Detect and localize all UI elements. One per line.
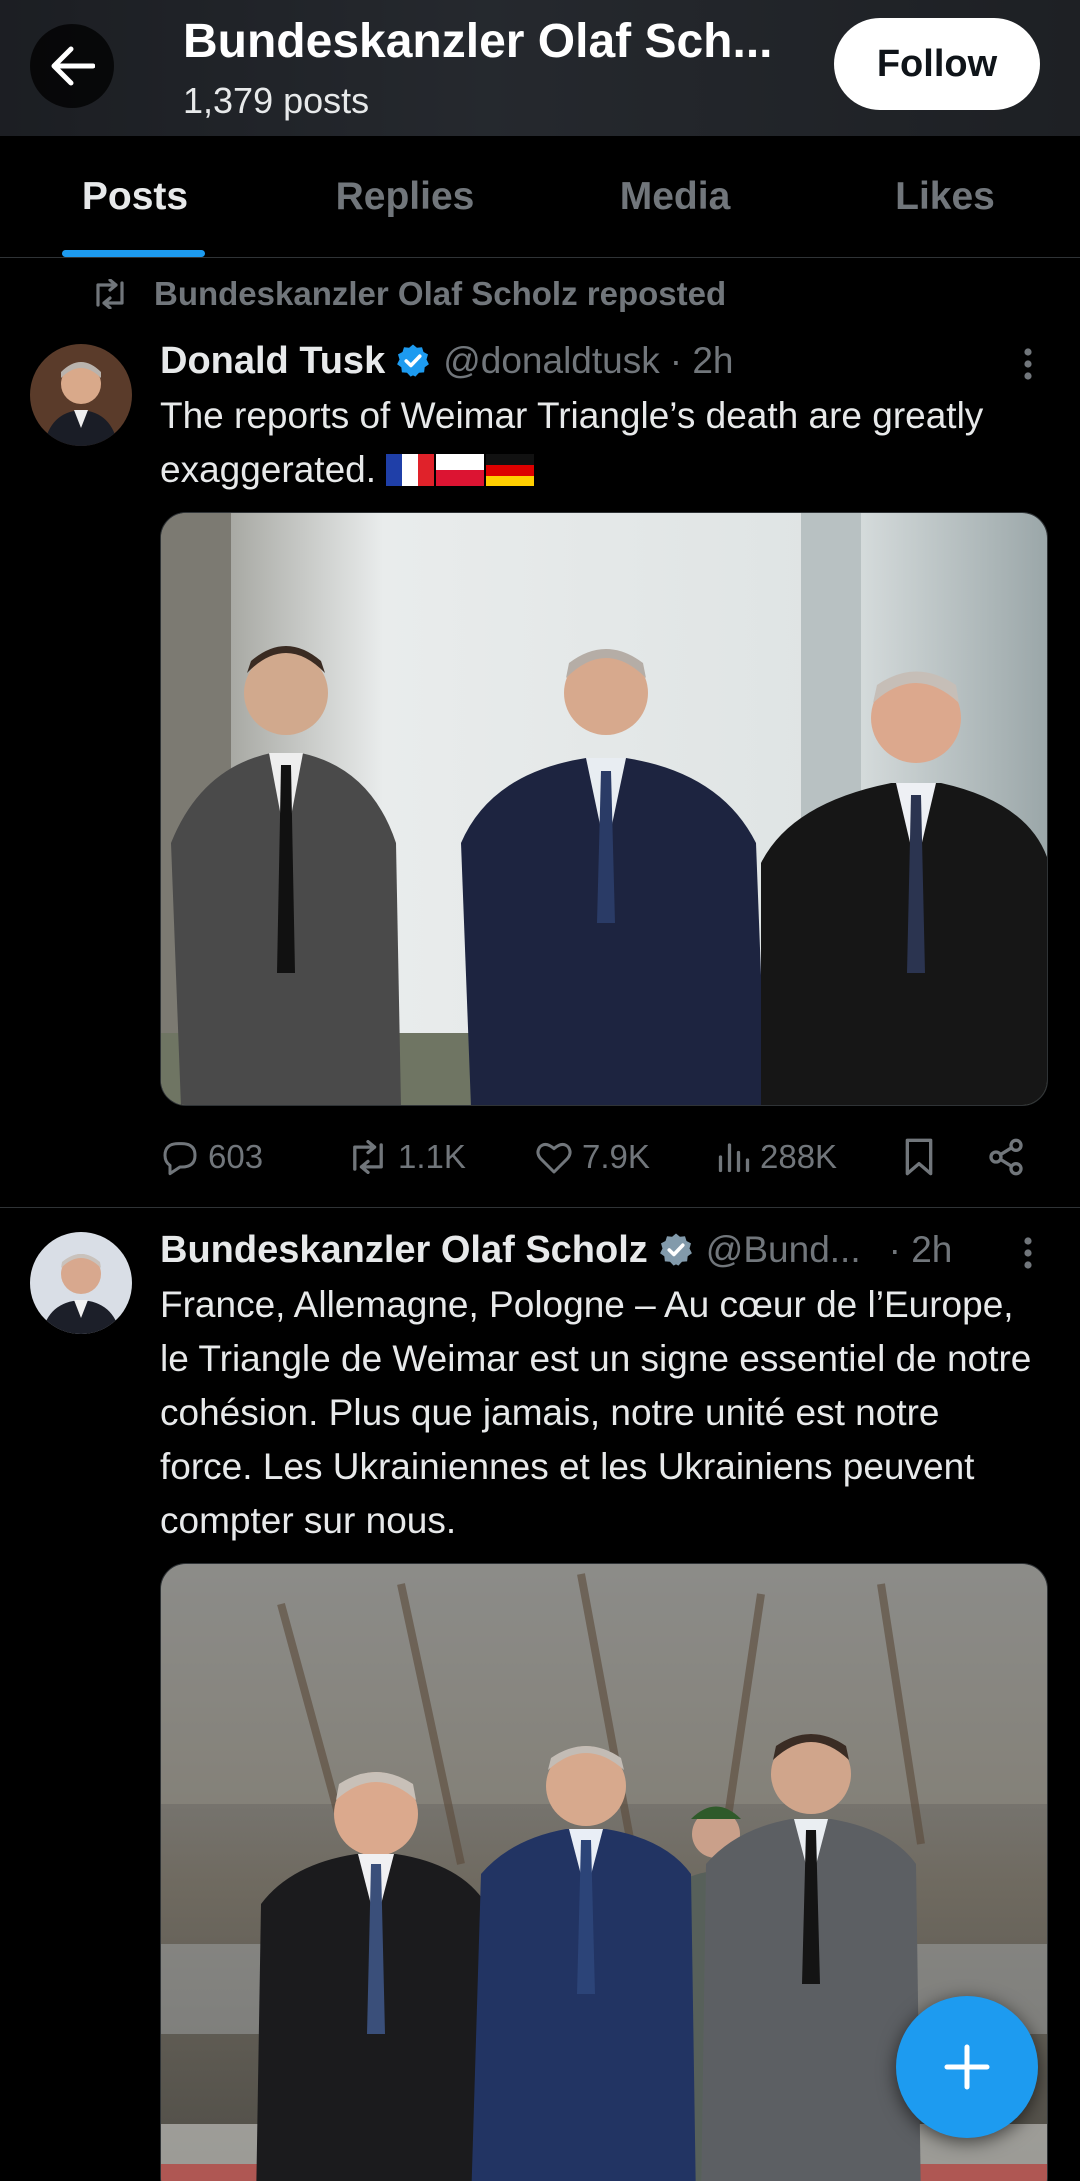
author-name[interactable]: Donald Tusk: [160, 340, 385, 383]
post-body: The reports of Weimar Triangle’s death a…: [160, 395, 984, 490]
repost-label: Bundeskanzler Olaf Scholz reposted: [154, 275, 727, 312]
verified-badge-icon: [659, 1233, 692, 1266]
compose-button[interactable]: [896, 1996, 1038, 2138]
avatar[interactable]: [30, 1232, 132, 1334]
reply-count: 603: [208, 1138, 264, 1175]
reply-button[interactable]: 603: [160, 1137, 263, 1177]
poland-flag-icon: [436, 454, 485, 486]
repost-button[interactable]: 1.1K: [346, 1138, 466, 1176]
profile-header: Bundeskanzler Olaf Sch... 1,379 posts Fo…: [0, 0, 1080, 136]
post-header: Bundeskanzler Olaf Scholz @Bund... · 2h: [160, 1225, 952, 1275]
like-count: 7.9K: [582, 1138, 650, 1175]
post-count: 1,379 posts: [183, 80, 370, 121]
follow-button[interactable]: Follow: [834, 18, 1040, 110]
flag-emojis: [376, 449, 536, 490]
views-chart-icon: [718, 1143, 750, 1173]
repost-indicator: Bundeskanzler Olaf Scholz reposted: [90, 272, 726, 316]
tab-likes[interactable]: Likes: [810, 136, 1080, 257]
tab-label: Media: [619, 174, 731, 218]
author-handle[interactable]: @donaldtusk: [443, 340, 660, 382]
bookmark-icon[interactable]: [902, 1137, 936, 1177]
reply-icon: [163, 1142, 197, 1176]
author-handle[interactable]: @Bund...: [706, 1229, 861, 1271]
views-button[interactable]: 288K: [716, 1137, 837, 1177]
post-text: The reports of Weimar Triangle’s death a…: [160, 389, 1040, 497]
active-tab-indicator: [62, 250, 205, 257]
author-name[interactable]: Bundeskanzler Olaf Scholz: [160, 1229, 648, 1272]
plus-icon: [944, 2044, 990, 2090]
more-options-icon[interactable]: [1018, 344, 1038, 384]
repost-icon: [353, 1140, 383, 1174]
back-button[interactable]: [30, 24, 114, 108]
tab-label: Replies: [335, 174, 475, 218]
repost-count: 1.1K: [398, 1138, 466, 1175]
post-image[interactable]: [160, 512, 1048, 1106]
views-count: 288K: [760, 1138, 838, 1175]
post-text: France, Allemagne, Pologne – Au cœur de …: [160, 1284, 1032, 1541]
share-icon[interactable]: [986, 1137, 1026, 1177]
verified-badge-icon: [397, 344, 430, 377]
post-actions: 603 1.1K 7.9K 288K: [160, 1127, 1040, 1187]
avatar[interactable]: [30, 344, 132, 446]
heart-icon: [536, 1143, 572, 1174]
arrow-left-icon: [51, 46, 95, 86]
tab-label: Likes: [895, 174, 995, 218]
tab-media[interactable]: Media: [540, 136, 810, 257]
post-header: Donald Tusk @donaldtusk · 2h: [160, 336, 734, 386]
header-title: Bundeskanzler Olaf Sch...: [183, 15, 773, 68]
post-time[interactable]: · 2h: [889, 1229, 953, 1271]
post-divider: [0, 1207, 1080, 1208]
germany-flag-icon: [486, 454, 535, 486]
more-options-icon[interactable]: [1018, 1233, 1038, 1273]
tab-replies[interactable]: Replies: [270, 136, 540, 257]
like-button[interactable]: 7.9K: [534, 1137, 650, 1177]
tab-posts[interactable]: Posts: [0, 136, 270, 257]
tab-label: Posts: [81, 174, 189, 218]
post-time[interactable]: · 2h: [670, 340, 734, 382]
profile-page: Bundeskanzler Olaf Sch... 1,379 posts Fo…: [0, 0, 1080, 2181]
repost-icon: [96, 279, 124, 309]
profile-tabs: Posts Replies Media Likes: [0, 136, 1080, 258]
france-flag-icon: [386, 454, 435, 486]
